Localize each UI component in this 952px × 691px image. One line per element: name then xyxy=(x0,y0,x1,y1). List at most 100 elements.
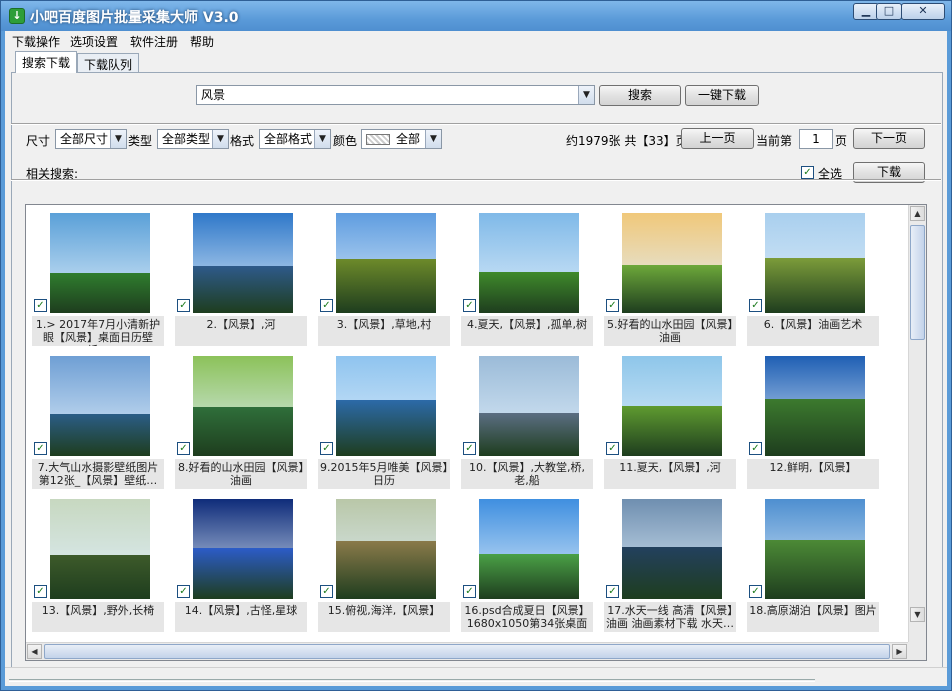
result-checkbox[interactable]: ✓ xyxy=(177,585,190,598)
result-checkbox[interactable]: ✓ xyxy=(749,585,762,598)
result-item[interactable]: ✓ 1.> 2017年7月小清新护眼【风景】桌面日历壁纸… xyxy=(28,213,168,353)
select-all-checkbox[interactable]: ✓ xyxy=(801,166,814,179)
scroll-right-icon[interactable]: ▶ xyxy=(892,644,907,659)
result-checkbox[interactable]: ✓ xyxy=(177,442,190,455)
result-checkbox[interactable]: ✓ xyxy=(320,585,333,598)
result-item[interactable]: ✓ 10.【风景】,大教堂,桥,老,船 xyxy=(457,356,597,496)
thumbnail-image[interactable] xyxy=(336,356,436,456)
thumbnail-ground xyxy=(765,258,865,313)
result-item[interactable]: ✓ 7.大气山水摄影壁纸图片第12张_【风景】壁纸… xyxy=(28,356,168,496)
result-item[interactable]: ✓ 6.【风景】油画艺术 xyxy=(743,213,883,353)
menu-register[interactable]: 软件注册 xyxy=(127,33,181,50)
result-item[interactable]: ✓ 17.水天一线 高清【风景】油画 油画素材下载 水天… xyxy=(600,499,740,639)
title-bar[interactable]: ↓ 小吧百度图片批量采集大师 V3.0 ▁ □ ✕ xyxy=(1,1,951,31)
horizontal-scrollbar[interactable]: ◀ ▶ xyxy=(26,642,908,660)
search-input[interactable]: 风景 ▼ xyxy=(196,85,595,105)
result-checkbox[interactable]: ✓ xyxy=(177,299,190,312)
scroll-down-icon[interactable]: ▼ xyxy=(910,607,925,622)
result-caption: 15.俯视,海洋,【风景】 xyxy=(318,602,450,632)
menu-download-ops[interactable]: 下载操作 xyxy=(9,33,63,50)
result-item[interactable]: ✓ 11.夏天,【风景】,河 xyxy=(600,356,740,496)
format-select-value: 全部格式 xyxy=(264,132,313,146)
result-checkbox[interactable]: ✓ xyxy=(606,585,619,598)
menu-options[interactable]: 选项设置 xyxy=(67,33,121,50)
thumbnail-image[interactable] xyxy=(50,499,150,599)
result-checkbox[interactable]: ✓ xyxy=(749,299,762,312)
menu-help[interactable]: 帮助 xyxy=(187,33,217,50)
tab-download-queue[interactable]: 下载队列 xyxy=(77,53,140,72)
result-checkbox[interactable]: ✓ xyxy=(34,442,47,455)
download-arrow-icon: ↓ xyxy=(9,8,25,24)
scroll-up-icon[interactable]: ▲ xyxy=(910,206,925,221)
thumbnail-image[interactable] xyxy=(336,499,436,599)
close-button[interactable]: ✕ xyxy=(901,3,945,20)
thumbnail-ground xyxy=(336,541,436,599)
result-checkbox[interactable]: ✓ xyxy=(463,299,476,312)
result-caption: 7.大气山水摄影壁纸图片第12张_【风景】壁纸… xyxy=(32,459,164,489)
results-view[interactable]: ✓ 1.> 2017年7月小清新护眼【风景】桌面日历壁纸… ✓ 2.【风景】,河 ✓ 3.… xyxy=(25,204,927,661)
result-checkbox[interactable]: ✓ xyxy=(34,299,47,312)
thumbnail-image[interactable] xyxy=(765,356,865,456)
download-all-button[interactable]: 一键下载 xyxy=(685,85,759,106)
result-item[interactable]: ✓ 5.好看的山水田园【风景】油画 xyxy=(600,213,740,353)
thumbnail-image[interactable] xyxy=(479,213,579,313)
result-checkbox[interactable]: ✓ xyxy=(463,585,476,598)
type-label: 类型 xyxy=(128,134,153,148)
maximize-button[interactable]: □ xyxy=(876,3,902,20)
thumbnail-image[interactable] xyxy=(336,213,436,313)
result-item[interactable]: ✓ 4.夏天,【风景】,孤单,树 xyxy=(457,213,597,353)
prev-page-button[interactable]: 上一页 xyxy=(681,128,754,149)
chevron-down-icon[interactable]: ▼ xyxy=(212,130,228,148)
thumbnail-image[interactable] xyxy=(50,213,150,313)
color-select[interactable]: 全部 ▼ xyxy=(361,129,442,149)
chevron-down-icon[interactable]: ▼ xyxy=(314,130,330,148)
result-checkbox[interactable]: ✓ xyxy=(34,585,47,598)
tab-search-download[interactable]: 搜索下载 xyxy=(15,51,78,73)
scroll-left-icon[interactable]: ◀ xyxy=(27,644,42,659)
result-checkbox[interactable]: ✓ xyxy=(463,442,476,455)
chevron-down-icon[interactable]: ▼ xyxy=(578,86,594,104)
search-button[interactable]: 搜索 xyxy=(599,85,681,106)
result-item[interactable]: ✓ 2.【风景】,河 xyxy=(171,213,311,353)
result-checkbox[interactable]: ✓ xyxy=(606,299,619,312)
thumbnail-image[interactable] xyxy=(479,499,579,599)
chevron-down-icon[interactable]: ▼ xyxy=(425,130,441,148)
result-item[interactable]: ✓ 3.【风景】,草地,村 xyxy=(314,213,454,353)
thumbnail-image[interactable] xyxy=(193,356,293,456)
result-item[interactable]: ✓ 15.俯视,海洋,【风景】 xyxy=(314,499,454,639)
thumbnail-image[interactable] xyxy=(765,213,865,313)
result-item[interactable]: ✓ 9.2015年5月唯美【风景】日历 xyxy=(314,356,454,496)
thumbnail-ground xyxy=(193,548,293,599)
result-item[interactable]: ✓ 14.【风景】,古怪,星球 xyxy=(171,499,311,639)
next-page-button[interactable]: 下一页 xyxy=(853,128,925,149)
result-checkbox[interactable]: ✓ xyxy=(320,442,333,455)
size-select[interactable]: 全部尺寸 ▼ xyxy=(55,129,127,149)
vertical-scrollbar[interactable]: ▲ ▼ xyxy=(908,205,926,643)
result-item[interactable]: ✓ 8.好看的山水田园【风景】油画 xyxy=(171,356,311,496)
color-label: 颜色 xyxy=(333,134,358,148)
thumbnail-image[interactable] xyxy=(50,356,150,456)
result-checkbox[interactable]: ✓ xyxy=(749,442,762,455)
thumbnail-image[interactable] xyxy=(622,213,722,313)
thumbnail-image[interactable] xyxy=(622,499,722,599)
result-item[interactable]: ✓ 16.psd合成夏日【风景】1680x1050第34张桌面 xyxy=(457,499,597,639)
vertical-scroll-thumb[interactable] xyxy=(910,225,925,340)
horizontal-scroll-thumb[interactable] xyxy=(44,644,890,659)
result-checkbox[interactable]: ✓ xyxy=(320,299,333,312)
thumbnail-ground xyxy=(50,555,150,599)
client-area: 下载操作 选项设置 软件注册 帮助 搜索下载 下载队列 风景 ▼ 搜索 一键下载… xyxy=(5,31,947,686)
result-item[interactable]: ✓ 18.高原湖泊【风景】图片 xyxy=(743,499,883,639)
result-item[interactable]: ✓ 13.【风景】,野外,长椅 xyxy=(28,499,168,639)
result-item[interactable]: ✓ 12.鲜明,【风景】 xyxy=(743,356,883,496)
result-checkbox[interactable]: ✓ xyxy=(606,442,619,455)
thumbnail-ground xyxy=(479,413,579,456)
thumbnail-image[interactable] xyxy=(193,499,293,599)
thumbnail-image[interactable] xyxy=(765,499,865,599)
current-page-input[interactable]: 1 xyxy=(799,129,833,149)
thumbnail-image[interactable] xyxy=(479,356,579,456)
thumbnail-image[interactable] xyxy=(622,356,722,456)
thumbnail-image[interactable] xyxy=(193,213,293,313)
format-select[interactable]: 全部格式 ▼ xyxy=(259,129,331,149)
chevron-down-icon[interactable]: ▼ xyxy=(110,130,126,148)
type-select[interactable]: 全部类型 ▼ xyxy=(157,129,229,149)
